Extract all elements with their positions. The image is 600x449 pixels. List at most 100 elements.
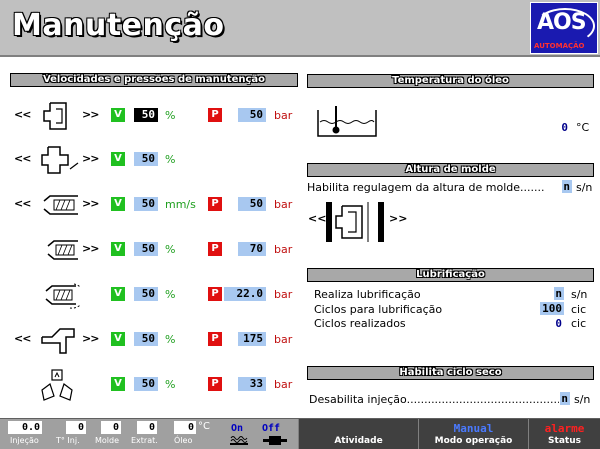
- speed-unit: %: [165, 333, 176, 346]
- mold-height-right-arrows: >>: [389, 212, 408, 225]
- oleo-label: Óleo: [174, 436, 193, 445]
- footer-tinj: 0 T° Inj.: [56, 421, 86, 448]
- mold-height-enable-unit: s/n: [576, 181, 593, 194]
- oil-temp-value: 0: [561, 121, 568, 134]
- lube-cycles-field[interactable]: 100: [540, 302, 564, 315]
- right-arrows: >>: [82, 332, 99, 345]
- speed-value-field[interactable]: 50: [134, 242, 158, 256]
- nozzle-icon: [43, 195, 78, 215]
- speed-value-field[interactable]: 50: [134, 377, 158, 391]
- speed-value-field[interactable]: 50: [134, 108, 158, 122]
- carriage-icon: [41, 328, 75, 354]
- lube-cycles-unit: cic: [571, 303, 587, 316]
- speed-badge: V: [111, 332, 125, 346]
- lube-perform-unit: s/n: [571, 288, 588, 301]
- mold-height-icon: [326, 202, 384, 242]
- modo-operacao-panel: Manual Modo operação: [418, 419, 528, 449]
- modo-operacao-value: Manual: [453, 422, 494, 435]
- left-arrows: <<: [14, 332, 31, 345]
- status-panel: alarme Status: [528, 419, 600, 449]
- pressure-value-field[interactable]: 70: [238, 242, 266, 256]
- page-title: Manutenção: [12, 8, 225, 43]
- dry-cycle-unit: s/n: [574, 393, 591, 406]
- mold-height-title: Altura de molde: [307, 163, 594, 177]
- dry-cycle-label: Desabilita injeção......................…: [309, 393, 559, 406]
- speed-unit: %: [165, 109, 176, 122]
- right-arrows: >>: [82, 108, 99, 121]
- ejector-icon: [41, 146, 79, 174]
- right-arrows: >>: [82, 197, 99, 210]
- oil-tank-icon: [317, 106, 377, 137]
- molde-label: Molde: [95, 436, 120, 445]
- pressure-badge: P: [208, 197, 222, 211]
- right-arrows: >>: [82, 152, 99, 165]
- atividade-panel: Atividade: [298, 419, 418, 449]
- heater-icon: [230, 436, 248, 445]
- dosing-screw-icon: [45, 283, 80, 309]
- left-arrows: <<: [14, 197, 31, 210]
- oleo-unit: °C: [198, 421, 210, 432]
- speed-value-field[interactable]: 50: [134, 197, 158, 211]
- logo-subtext: AUTOMAÇÃO: [534, 42, 585, 50]
- pressure-badge: P: [208, 108, 222, 122]
- speed-badge: V: [111, 287, 125, 301]
- lube-done-unit: cic: [571, 317, 587, 330]
- pressure-badge: P: [208, 377, 222, 391]
- tinj-value: 0: [66, 421, 86, 434]
- pressure-unit: bar: [274, 378, 293, 391]
- lube-perform-field[interactable]: n: [554, 287, 564, 300]
- pressure-badge: P: [208, 287, 222, 301]
- molde-value: 0: [101, 421, 121, 434]
- pressure-value-field[interactable]: 22.0: [224, 287, 266, 301]
- footer-injecao: 0.0 Injeção: [8, 421, 42, 448]
- mold-height-enable-label: Habilita regulagem da altura de molde...…: [307, 181, 545, 194]
- speed-value-field[interactable]: 50: [134, 332, 158, 346]
- footer-motor: Off: [260, 421, 290, 448]
- pressure-badge: P: [208, 332, 222, 346]
- lube-perform-label: Realiza lubrificação: [314, 288, 421, 301]
- pressure-value-field[interactable]: 50: [238, 108, 266, 122]
- speed-badge: V: [111, 108, 125, 122]
- left-arrows: <<: [14, 152, 31, 165]
- row-mold-close: << >> V 50 % P 50 bar: [10, 97, 300, 133]
- footer-heater: On: [226, 421, 252, 448]
- speed-badge: V: [111, 197, 125, 211]
- speed-value-field[interactable]: 50: [134, 152, 158, 166]
- speed-value-field[interactable]: 50: [134, 287, 158, 301]
- row-ejector: << >> V 50 %: [10, 141, 300, 177]
- oil-temp-title: Temperatura do óleo: [307, 74, 594, 88]
- oil-temp-unit: °C: [576, 121, 590, 134]
- pressure-value-field[interactable]: 175: [238, 332, 266, 346]
- speed-unit: mm/s: [165, 198, 196, 211]
- pressure-unit: bar: [274, 109, 293, 122]
- footer-molde: 0 Molde: [95, 421, 125, 448]
- pressure-unit: bar: [274, 198, 293, 211]
- header: Manutenção AOS AUTOMAÇÃO: [0, 0, 600, 57]
- pressure-value-field[interactable]: 33: [238, 377, 266, 391]
- lube-done-label: Ciclos realizados: [314, 317, 406, 330]
- aos-logo: AOS AUTOMAÇÃO: [530, 2, 598, 54]
- row-carriage: << >> V 50 % P 175 bar: [10, 321, 300, 357]
- extrat-value: 0: [137, 421, 157, 434]
- lube-done-value: 0: [555, 317, 562, 330]
- right-arrows: >>: [82, 242, 99, 255]
- pressure-value-field[interactable]: 50: [238, 197, 266, 211]
- speed-badge: V: [111, 242, 125, 256]
- pressure-unit: bar: [274, 243, 293, 256]
- footer-extrat: 0 Extrat.: [131, 421, 163, 448]
- speed-unit: %: [165, 288, 176, 301]
- speed-unit: %: [165, 153, 176, 166]
- motor-icon: [263, 436, 287, 445]
- screw-icon: [47, 240, 78, 260]
- mold-height-enable-field[interactable]: n: [562, 180, 572, 193]
- dry-cycle-field[interactable]: n: [560, 392, 570, 405]
- row-core-pullers: V 50 % P 33 bar: [10, 366, 300, 402]
- heater-state: On: [231, 423, 244, 434]
- speed-unit: %: [165, 378, 176, 391]
- speeds-pressures-title: Velocidades e pressões de manutenção: [10, 73, 298, 87]
- modo-operacao-label: Modo operação: [434, 436, 513, 446]
- injecao-value: 0.0: [8, 421, 42, 434]
- status-value: alarme: [544, 422, 585, 435]
- pressure-badge: P: [208, 242, 222, 256]
- lube-cycles-label: Ciclos para lubrificação: [314, 303, 443, 316]
